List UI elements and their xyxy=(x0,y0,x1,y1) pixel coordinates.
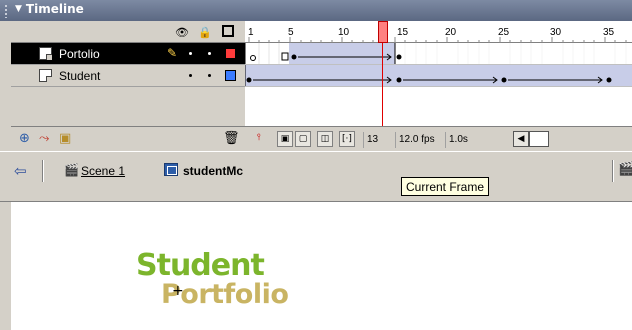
layer-page-icon xyxy=(39,47,52,60)
timeline-left-edge xyxy=(0,21,11,151)
pencil-icon: ✎ xyxy=(167,46,178,60)
ruler-tick-label: 25 xyxy=(498,27,510,38)
frame-rate-value[interactable]: 12.0 fps xyxy=(395,132,443,148)
layer-list: 👁 🔒 Portolio ✎ Student ⊕ ⤳ ▣ 🗑 xyxy=(11,21,245,151)
onion-skin-icon[interactable]: ▣ xyxy=(277,131,293,147)
elapsed-time-value: 1.0s xyxy=(445,132,479,148)
ruler-tick-label: 30 xyxy=(550,27,562,38)
layer-name[interactable]: Portolio xyxy=(59,47,100,61)
symbol-breadcrumb[interactable]: studentMc xyxy=(183,164,243,178)
back-arrow-icon[interactable]: ⇦ xyxy=(14,162,27,180)
delete-layer-icon[interactable]: 🗑 xyxy=(223,131,240,146)
stage-left-edge xyxy=(0,202,11,330)
onion-skin-outlines-icon[interactable]: ▢ xyxy=(295,131,311,147)
layer-tools: ⊕ ⤳ ▣ 🗑 xyxy=(11,126,245,150)
ruler-tick-label: 35 xyxy=(603,27,615,38)
insert-folder-icon[interactable]: ▣ xyxy=(59,131,71,146)
ruler-tick-label: 1 xyxy=(248,27,254,38)
ruler-tick-label: 5 xyxy=(288,27,294,38)
frame-row-student[interactable] xyxy=(245,65,632,87)
scene-breadcrumb-link[interactable]: Scene 1 xyxy=(81,164,125,178)
scroll-left-arrow-icon[interactable]: ◀ xyxy=(513,131,529,147)
ruler-tick-label: 20 xyxy=(445,27,457,38)
divider xyxy=(612,160,614,182)
insert-layer-icon[interactable]: ⊕ xyxy=(19,131,30,146)
frame-ruler[interactable]: 1 5 10 15 20 25 30 35 xyxy=(245,21,632,43)
eye-icon[interactable]: 👁 xyxy=(175,26,189,39)
playhead[interactable] xyxy=(378,21,388,43)
lock-icon[interactable]: 🔒 xyxy=(198,26,212,39)
current-frame-value: 13 xyxy=(363,132,393,148)
lock-dot[interactable] xyxy=(208,74,211,77)
horizontal-scrollbar[interactable] xyxy=(529,131,549,147)
timeline-title-label: Timeline xyxy=(25,2,84,16)
layer-color-swatch[interactable] xyxy=(225,48,236,59)
layer-row-student[interactable]: Student xyxy=(11,65,245,87)
layer-row-portolio[interactable]: Portolio ✎ xyxy=(11,43,245,65)
scene-clapper-icon: 🎬 xyxy=(64,163,79,177)
registration-point-icon: + xyxy=(172,283,184,299)
layer-page-icon xyxy=(39,69,52,82)
panel-grip[interactable] xyxy=(4,4,8,18)
layer-color-swatch[interactable] xyxy=(225,70,236,81)
frame-row-portolio[interactable] xyxy=(245,43,632,65)
movieclip-icon xyxy=(164,163,178,176)
frames-grid[interactable]: 1 5 10 15 20 25 30 35 ⫯ ▣ ▢ ◫ [·] 13 12.… xyxy=(245,21,632,151)
divider xyxy=(42,160,44,182)
timeline-panel-header[interactable]: ▼ Timeline xyxy=(0,0,632,21)
center-frame-icon[interactable]: ⫯ xyxy=(251,131,267,147)
layer-header: 👁 🔒 xyxy=(11,21,245,43)
outline-icon[interactable] xyxy=(222,25,234,37)
edit-bar: ⇦ 🎬 Scene 1 studentMc 🎬 xyxy=(0,151,632,201)
add-motion-guide-icon[interactable]: ⤳ xyxy=(39,131,49,146)
visibility-dot[interactable] xyxy=(189,74,192,77)
lock-dot[interactable] xyxy=(208,52,211,55)
timeline-body: 👁 🔒 Portolio ✎ Student ⊕ ⤳ ▣ 🗑 1 5 10 15… xyxy=(0,21,632,151)
timeline-title[interactable]: ▼ Timeline xyxy=(15,2,84,16)
logo-student-text[interactable]: Student xyxy=(136,248,265,283)
tooltip: Current Frame xyxy=(401,177,490,196)
frame-status-bar: ⫯ ▣ ▢ ◫ [·] 13 12.0 fps 1.0s ◀ xyxy=(245,126,632,151)
edit-scene-icon[interactable]: 🎬 xyxy=(618,162,632,177)
modify-onion-markers-icon[interactable]: [·] xyxy=(339,131,355,147)
layer-name[interactable]: Student xyxy=(59,69,100,83)
ruler-tick-label: 10 xyxy=(338,27,350,38)
visibility-dot[interactable] xyxy=(189,52,192,55)
collapse-triangle-icon[interactable]: ▼ xyxy=(15,4,22,14)
ruler-tick-label: 15 xyxy=(397,27,409,38)
stage[interactable]: Student Portfolio + xyxy=(0,201,632,330)
edit-multiple-frames-icon[interactable]: ◫ xyxy=(317,131,333,147)
frame-rows[interactable] xyxy=(245,43,632,126)
